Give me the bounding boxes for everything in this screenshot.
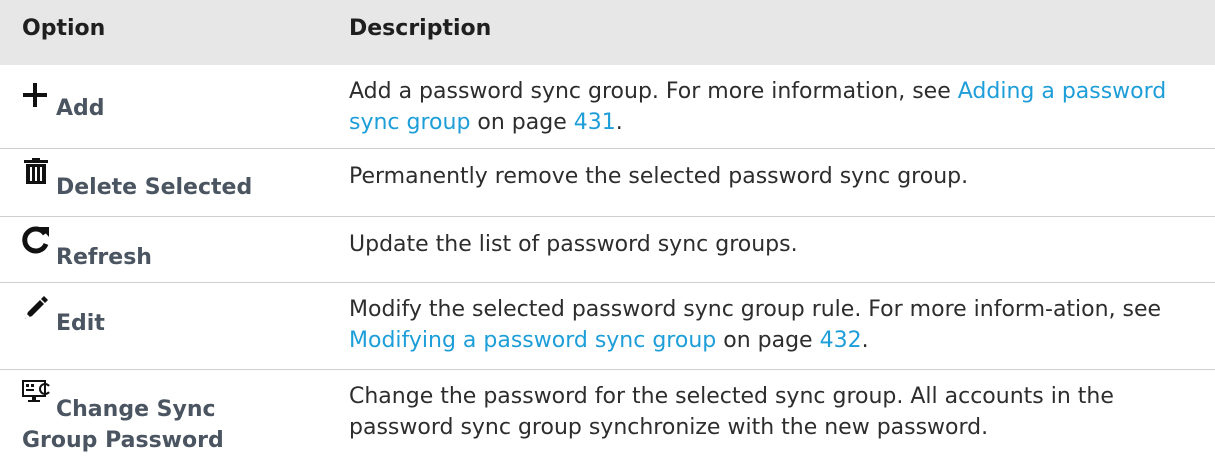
- pencil-icon: [22, 296, 48, 326]
- table-header: Option Description: [0, 0, 1215, 65]
- refresh-description: Update the list of password sync groups.: [349, 232, 798, 257]
- change-sync-label-line1: Change Sync: [56, 397, 216, 422]
- table-row: Change Sync Group Password Change the pa…: [0, 369, 1215, 465]
- table-row: Refresh Update the list of password sync…: [0, 216, 1215, 283]
- monitor-sync-icon: [22, 380, 52, 410]
- change-sync-group-password-description: Change the password for the selected syn…: [349, 384, 1114, 440]
- table-row: Edit Modify the selected password sync g…: [0, 282, 1215, 370]
- add-description: Add a password sync group. For more info…: [349, 79, 1167, 135]
- edit-label: Edit: [56, 311, 105, 336]
- options-table: Option Description Add Add a password sy…: [0, 0, 1215, 465]
- page-432-link[interactable]: 432: [820, 328, 862, 353]
- refresh-label: Refresh: [56, 245, 152, 270]
- header-description: Description: [349, 16, 492, 41]
- delete-selected-description: Permanently remove the selected password…: [349, 164, 969, 189]
- header-option: Option: [22, 16, 106, 41]
- trash-icon: [24, 158, 48, 188]
- table-row: Delete Selected Permanently remove the s…: [0, 148, 1215, 217]
- add-label: Add: [56, 96, 105, 121]
- table-row: Add Add a password sync group. For more …: [0, 65, 1215, 149]
- plus-icon: [22, 82, 48, 112]
- change-sync-label-line2: Group Password: [22, 428, 224, 453]
- modifying-link[interactable]: Modifying a password sync group: [349, 328, 716, 353]
- page-431-link[interactable]: 431: [574, 110, 616, 135]
- delete-selected-label: Delete Selected: [56, 175, 253, 200]
- refresh-icon: [22, 226, 50, 258]
- edit-description: Modify the selected password sync group …: [349, 297, 1162, 353]
